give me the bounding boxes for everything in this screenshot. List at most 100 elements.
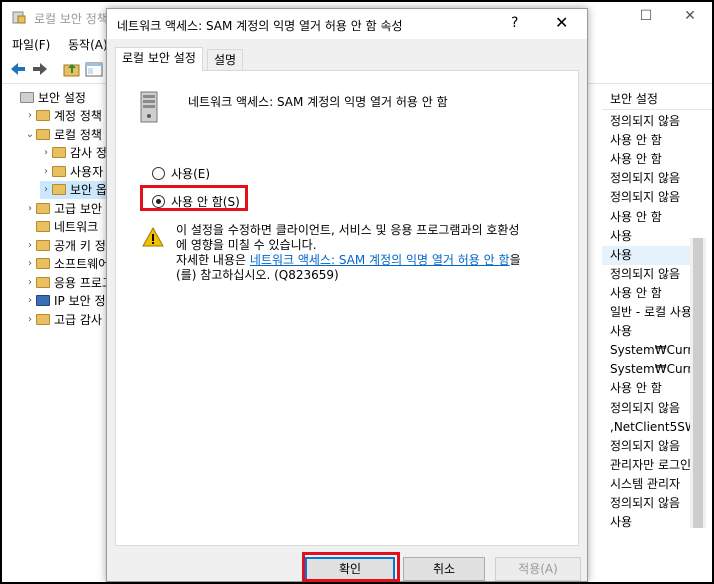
tree-item-label: 네트워크: [54, 220, 99, 234]
tree-item[interactable]: › 사용자: [40, 162, 103, 180]
dialog-titlebar: 네트워크 액세스: SAM 계정의 익명 열거 허용 안 함 속성 ? ✕: [107, 9, 587, 39]
list-item[interactable]: 사용 안 함: [602, 284, 692, 303]
navigation-tree: 보안 설정 › 계정 정책 ⌄ 로컬 정책 › 감사 정 › 사용자 › 보안 옵 › 고급 보안 네트워…: [2, 86, 113, 566]
tree-item-label: IP 보안 정: [54, 294, 106, 308]
list-item[interactable]: 사용 안 함: [602, 379, 692, 398]
highlight-disabled-option: [140, 185, 248, 211]
tree-item[interactable]: › 고급 보안: [24, 199, 102, 217]
tree-item[interactable]: › 응용 프로그: [24, 273, 113, 291]
list-item[interactable]: 정의되지 않음: [602, 399, 692, 418]
warning-text: 이 설정을 수정하면 클라이언트, 서비스 및 응용 프로그램과의 호환성 에 …: [176, 223, 556, 283]
maximize-icon[interactable]: ☐: [638, 8, 654, 24]
warning-line-1: 이 설정을 수정하면 클라이언트, 서비스 및 응용 프로그램과의 호환성: [176, 223, 520, 237]
tree-item-label: 감사 정: [70, 146, 107, 160]
list-item[interactable]: 정의되지 않음: [602, 265, 692, 284]
back-arrow-icon[interactable]: [8, 60, 28, 78]
list-item[interactable]: 정의되지 않음: [602, 188, 692, 207]
scrollbar-thumb[interactable]: [693, 238, 703, 528]
folder-icon: [36, 258, 50, 269]
chevron-icon[interactable]: ›: [24, 240, 36, 251]
list-item[interactable]: System₩Curren: [602, 360, 692, 379]
list-item[interactable]: 일반 - 로컬 사용: [602, 303, 692, 322]
tree-item[interactable]: › IP 보안 정: [24, 292, 106, 310]
tree-item[interactable]: › 감사 정: [40, 144, 107, 162]
chevron-icon[interactable]: ›: [24, 110, 36, 121]
chevron-icon[interactable]: ›: [24, 258, 36, 269]
tree-item[interactable]: 보안 설정: [8, 88, 86, 106]
tab-explain[interactable]: 설명: [207, 49, 244, 71]
show-hide-tree-icon[interactable]: [84, 60, 104, 78]
list-item[interactable]: 정의되지 않음: [602, 169, 692, 188]
server-icon: [140, 91, 158, 123]
more-info-link[interactable]: 네트워크 액세스: SAM 계정의 익명 열거 허용 안 함: [250, 253, 510, 267]
policy-name: 네트워크 액세스: SAM 계정의 익명 열거 허용 안 함: [188, 95, 448, 109]
close-icon[interactable]: ✕: [555, 13, 568, 32]
folder-icon: [36, 110, 50, 121]
option-enabled[interactable]: 사용(E): [152, 165, 210, 182]
tree-item[interactable]: › 고급 감사: [24, 310, 102, 328]
warning-icon: [142, 227, 164, 247]
more-info-prefix: 자세한 내용은: [176, 253, 250, 267]
list-item[interactable]: 정의되지 않음: [602, 437, 692, 456]
radio-enabled[interactable]: [152, 167, 165, 180]
tab-local-security-setting[interactable]: 로컬 보안 설정: [115, 47, 203, 71]
warning-line-2: 에 영향을 미칠 수 있습니다.: [176, 238, 317, 252]
chevron-icon[interactable]: ›: [40, 166, 52, 177]
list-item[interactable]: System₩Curren: [602, 341, 692, 360]
forward-arrow-icon[interactable]: [30, 60, 50, 78]
highlight-ok-button: [302, 552, 400, 582]
column-header-security-setting[interactable]: 보안 설정: [602, 88, 712, 110]
list-item[interactable]: 사용: [602, 322, 692, 341]
list-item[interactable]: 사용 안 함: [602, 131, 692, 150]
menu-action[interactable]: 동작(A): [68, 36, 108, 53]
list-item[interactable]: 시스템 관리자: [602, 475, 692, 494]
help-icon[interactable]: ?: [511, 15, 518, 31]
folder-icon: [36, 239, 50, 251]
tree-item[interactable]: › 계정 정책: [24, 107, 102, 125]
list-item[interactable]: ,NetClient5SW_: [602, 418, 692, 437]
vertical-scrollbar[interactable]: [690, 238, 706, 528]
tree-item[interactable]: › 공개 키 정: [24, 236, 106, 254]
list-item[interactable]: 사용 안 함: [602, 208, 692, 227]
tree-item[interactable]: ⌄ 로컬 정책: [24, 125, 102, 143]
folder-icon: [36, 128, 50, 140]
tree-item[interactable]: › 보안 옵: [40, 180, 107, 199]
tree-item-label: 보안 옵: [70, 183, 107, 197]
tree-item[interactable]: › 소프트웨어: [24, 255, 109, 273]
chevron-icon[interactable]: ›: [24, 277, 36, 288]
chevron-icon[interactable]: ›: [40, 147, 52, 158]
up-folder-icon[interactable]: [62, 60, 82, 78]
security-policy-icon: [12, 11, 26, 24]
list-item[interactable]: 사용: [602, 227, 692, 246]
chevron-icon[interactable]: ⌄: [24, 129, 36, 140]
folder-icon: [52, 184, 66, 195]
chevron-icon[interactable]: ›: [24, 295, 36, 306]
chevron-icon[interactable]: ›: [24, 203, 36, 214]
chevron-icon[interactable]: ›: [40, 184, 52, 195]
menu-file[interactable]: 파일(F): [12, 36, 50, 53]
list-item[interactable]: 정의되지 않음: [602, 112, 692, 131]
apply-button[interactable]: 적용(A): [495, 557, 581, 581]
tree-item-label: 소프트웨어: [54, 257, 110, 271]
cancel-button[interactable]: 취소: [403, 557, 485, 581]
option-enabled-label[interactable]: 사용(E): [171, 165, 210, 182]
dialog-title: 네트워크 액세스: SAM 계정의 익명 열거 허용 안 함 속성: [117, 19, 403, 33]
tree-item-label: 로컬 정책: [54, 127, 102, 142]
folder-icon: [52, 147, 66, 158]
tab-panel: 네트워크 액세스: SAM 계정의 익명 열거 허용 안 함 사용(E) 사용 …: [115, 70, 579, 546]
list-item[interactable]: 정의되지 않음: [602, 494, 692, 513]
list-item[interactable]: 사용 안 함: [602, 150, 692, 169]
close-icon[interactable]: ✕: [682, 8, 698, 24]
tree-item[interactable]: 네트워크: [24, 218, 98, 236]
list-item[interactable]: 사용: [602, 245, 692, 265]
tree-item-label: 공개 키 정: [54, 238, 106, 253]
more-info-line-2: (를) 참고하십시오. (Q823659): [176, 268, 339, 282]
tree-item-label: 계정 정책: [54, 109, 102, 123]
list-item[interactable]: 관리자만 로그인: [602, 456, 692, 475]
list-item[interactable]: 사용: [602, 513, 692, 532]
folder-icon: [36, 276, 50, 288]
bg-window-title: 로컬 보안 정책: [34, 12, 108, 26]
tree-item-label: 고급 보안: [54, 201, 102, 216]
chevron-icon[interactable]: ›: [24, 314, 36, 325]
folder-icon: [52, 165, 66, 177]
